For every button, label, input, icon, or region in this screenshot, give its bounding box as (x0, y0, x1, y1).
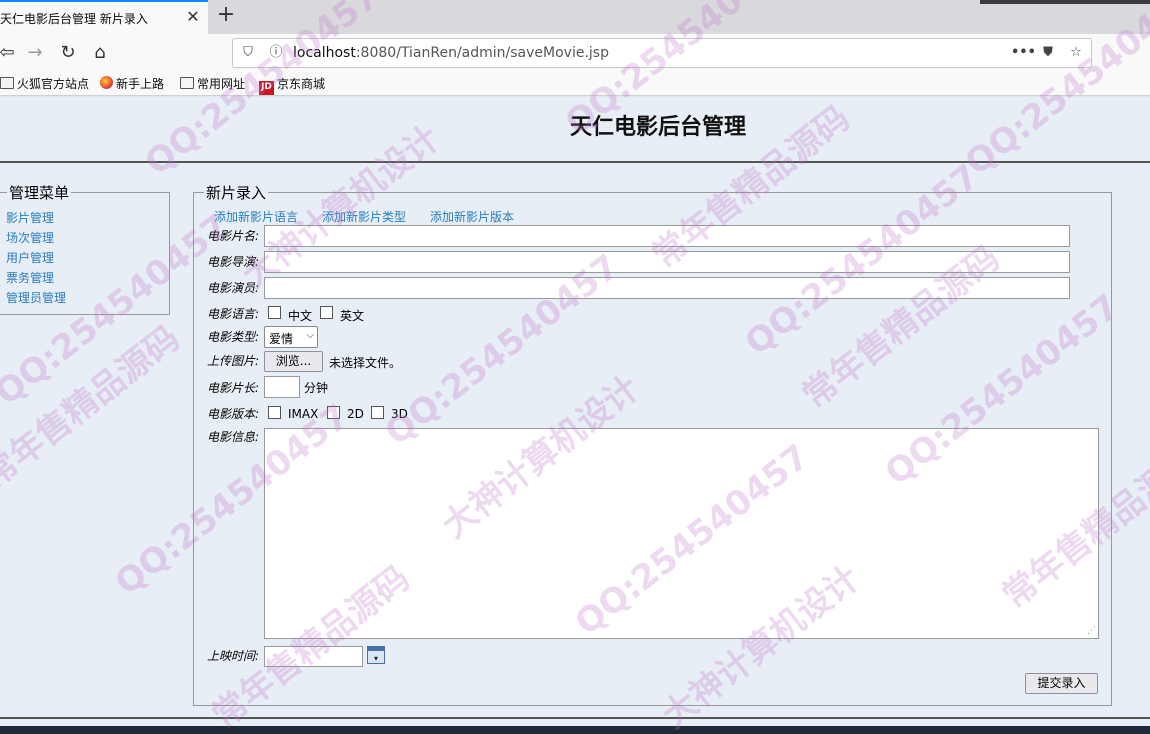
chevron-down-icon: ⌵ (306, 330, 314, 341)
version-2d-checkbox[interactable] (327, 406, 340, 419)
version-imax-checkbox[interactable] (268, 406, 281, 419)
jd-icon: JD (259, 81, 274, 95)
label-language: 电影语言: (207, 307, 260, 321)
header-divider (0, 161, 1150, 163)
version-2d-label: 2D (347, 407, 364, 421)
page-title: 天仁电影后台管理 (569, 115, 746, 140)
browse-button[interactable]: 浏览... (264, 351, 323, 372)
folder-icon (180, 77, 194, 89)
label-actors: 电影演员: (207, 281, 260, 295)
label-director: 电影导演: (207, 255, 260, 269)
info-icon[interactable]: ⓘ (267, 44, 285, 62)
address-bar[interactable]: ⛉ ⓘ localhost:8080/TianRen/admin/saveMov… (232, 38, 1092, 68)
label-poster: 上传图片: (207, 354, 260, 368)
label-duration: 电影片长: (207, 381, 260, 395)
bookmark-item[interactable]: 火狐官方站点 (0, 76, 89, 92)
url-text[interactable]: localhost:8080/TianRen/admin/saveMovie.j… (293, 45, 609, 61)
submit-button[interactable]: 提交录入 (1025, 673, 1098, 694)
version-3d-checkbox[interactable] (371, 406, 384, 419)
reload-icon[interactable]: ↻ (55, 40, 81, 66)
os-taskbar (0, 726, 1150, 734)
navigation-bar: ⇦ → ↻ ⌂ ⛉ ⓘ localhost:8080/TianRen/admin… (0, 34, 1150, 72)
menu-item-users[interactable]: 用户管理 (6, 249, 54, 266)
add-language-link[interactable]: 添加新影片语言 (214, 208, 298, 225)
label-type: 电影类型: (207, 330, 260, 344)
more-actions-icon[interactable]: ••• (1011, 44, 1036, 62)
menu-item-showtimes[interactable]: 场次管理 (6, 229, 54, 246)
form-legend: 新片录入 (206, 184, 267, 202)
add-type-link[interactable]: 添加新影片类型 (322, 208, 406, 225)
language-chinese-label: 中文 (288, 309, 313, 323)
movie-type-select[interactable]: 爱情 ⌵ (264, 326, 318, 348)
actors-input[interactable] (264, 277, 1070, 299)
calendar-icon[interactable]: ▾ (367, 646, 385, 664)
pocket-icon[interactable]: ⛊ (1039, 44, 1057, 62)
back-icon[interactable]: ⇦ (0, 40, 20, 66)
new-tab-icon[interactable]: + (214, 4, 238, 28)
label-name: 电影片名: (207, 229, 260, 243)
label-release: 上映时间: (207, 649, 260, 663)
bookmark-item[interactable]: 新手上路 (100, 76, 164, 92)
menu-item-admins[interactable]: 管理员管理 (6, 289, 66, 306)
resize-grip-icon[interactable]: ⋰ (1087, 626, 1096, 636)
movie-name-input[interactable] (264, 225, 1070, 247)
duration-input[interactable] (264, 376, 300, 398)
director-input[interactable] (264, 251, 1070, 273)
language-chinese-checkbox[interactable] (268, 306, 281, 319)
folder-icon (0, 77, 14, 89)
label-info: 电影信息: (207, 430, 260, 444)
menu-legend: 管理菜单 (9, 184, 70, 202)
duration-unit: 分钟 (304, 381, 329, 395)
version-imax-label: IMAX (288, 407, 319, 421)
close-tab-icon[interactable]: ✕ (183, 7, 203, 27)
forward-icon[interactable]: → (22, 40, 48, 66)
window-edge (980, 0, 1150, 4)
active-tab[interactable]: 天仁电影后台管理 新片录入 ✕ (0, 0, 208, 34)
home-icon[interactable]: ⌂ (87, 40, 113, 66)
no-file-text: 未选择文件。 (329, 356, 402, 370)
tab-bar: 天仁电影后台管理 新片录入 ✕ + (0, 0, 1150, 34)
menu-item-tickets[interactable]: 票务管理 (6, 269, 54, 286)
movie-type-value: 爱情 (269, 332, 294, 346)
firefox-icon (100, 76, 113, 89)
language-english-label: 英文 (340, 309, 365, 323)
movie-info-textarea[interactable]: ⋰ (264, 428, 1099, 639)
bookmark-item[interactable]: 常用网址 (180, 76, 245, 92)
version-3d-label: 3D (391, 407, 408, 421)
release-date-input[interactable] (264, 646, 363, 667)
shield-icon[interactable]: ⛉ (239, 44, 257, 62)
bookmark-star-icon[interactable]: ☆ (1067, 44, 1085, 62)
label-version: 电影版本: (207, 407, 260, 421)
bookmarks-toolbar: 火狐官方站点 新手上路 常用网址 JD 京东商城 (0, 72, 1150, 96)
menu-item-movies[interactable]: 影片管理 (6, 209, 54, 226)
footer-divider (0, 717, 1150, 719)
bookmark-item[interactable]: JD 京东商城 (259, 76, 325, 95)
tab-title: 天仁电影后台管理 新片录入 (0, 12, 148, 26)
language-english-checkbox[interactable] (320, 306, 333, 319)
add-version-link[interactable]: 添加新影片版本 (430, 208, 514, 225)
